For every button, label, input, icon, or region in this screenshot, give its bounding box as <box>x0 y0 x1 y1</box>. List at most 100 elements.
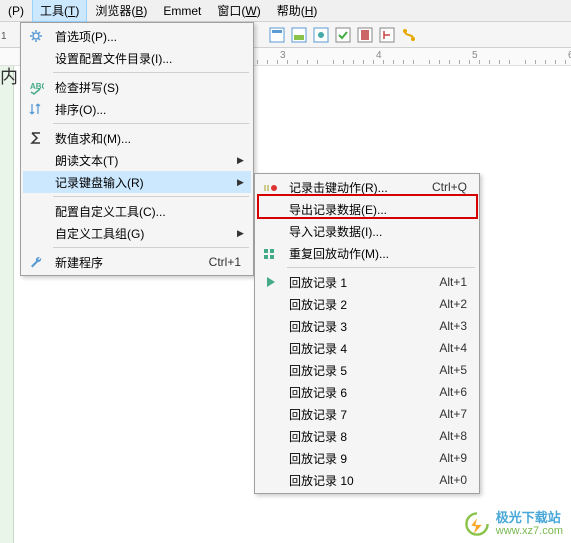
menu-item-shortcut: Ctrl+Q <box>432 180 473 194</box>
gear-icon <box>23 28 49 44</box>
menu-item[interactable]: 导出记录数据(E)... <box>257 198 477 220</box>
menu-item-shortcut: Alt+0 <box>439 473 473 487</box>
menu-item[interactable]: 回放记录 4Alt+4 <box>257 337 477 359</box>
menu-item-label: 记录击键动作(R)... <box>283 179 432 196</box>
menu-item[interactable]: 回放记录 5Alt+5 <box>257 359 477 381</box>
toolbar-btn-3[interactable] <box>311 25 331 45</box>
menu-item-label: 自定义工具组(G) <box>49 225 231 242</box>
menubar-item[interactable]: (P) <box>0 1 32 21</box>
menubar-item[interactable]: 浏览器(B) <box>87 0 155 22</box>
record-icon <box>257 179 283 195</box>
wrench-icon <box>23 254 49 270</box>
menu-item[interactable]: 回放记录 7Alt+7 <box>257 403 477 425</box>
menu-item[interactable]: 回放记录 6Alt+6 <box>257 381 477 403</box>
menu-item-label: 配置自定义工具(C)... <box>49 203 241 220</box>
menubar: (P)工具(T)浏览器(B)Emmet窗口(W)帮助(H) <box>0 0 571 22</box>
ruler-mark: 5 <box>472 50 478 61</box>
menu-item[interactable]: ABC 检查拼写(S) <box>23 76 251 98</box>
menu-item[interactable]: 回放记录 1Alt+1 <box>257 271 477 293</box>
toolbar-btn-2[interactable] <box>289 25 309 45</box>
menu-item-label: 回放记录 3 <box>283 318 439 335</box>
menu-item-label: 回放记录 9 <box>283 450 439 467</box>
menu-item[interactable]: 记录键盘输入(R) ▶ <box>23 171 251 193</box>
menu-item[interactable]: 回放记录 9Alt+9 <box>257 447 477 469</box>
menu-item[interactable]: 排序(O)... <box>23 98 251 120</box>
menu-item-label: 数值求和(M)... <box>49 130 241 147</box>
menu-item-label: 首选项(P)... <box>49 28 241 45</box>
menu-item[interactable]: 导入记录数据(I)... <box>257 220 477 242</box>
menu-item-label: 新建程序 <box>49 254 209 271</box>
menu-item-shortcut: Alt+3 <box>439 319 473 333</box>
menu-item-label: 回放记录 8 <box>283 428 439 445</box>
menu-item-shortcut: Ctrl+1 <box>209 255 247 269</box>
ruler-mark: 3 <box>280 50 286 61</box>
menu-item-label: 导出记录数据(E)... <box>283 201 467 218</box>
menu-item-label: 记录键盘输入(R) <box>49 174 231 191</box>
menu-separator <box>53 247 249 248</box>
menu-item[interactable]: 首选项(P)... <box>23 25 251 47</box>
menu-item-label: 导入记录数据(I)... <box>283 223 467 240</box>
toolbar-btn-1[interactable] <box>267 25 287 45</box>
menu-item-label: 回放记录 10 <box>283 472 439 489</box>
watermark-url: www.xz7.com <box>496 525 563 537</box>
submenu-arrow-icon: ▶ <box>237 155 247 166</box>
menu-item-label: 回放记录 1 <box>283 274 439 291</box>
line-number: 1 <box>1 31 7 42</box>
toolbar-btn-7[interactable] <box>399 25 419 45</box>
menu-item-shortcut: Alt+9 <box>439 451 473 465</box>
svg-text:ABC: ABC <box>30 82 44 91</box>
menu-item[interactable]: 回放记录 3Alt+3 <box>257 315 477 337</box>
menu-item[interactable]: 新建程序Ctrl+1 <box>23 251 251 273</box>
ruler-mark: 4 <box>376 50 382 61</box>
submenu-arrow-icon: ▶ <box>237 228 247 239</box>
menu-item-label: 设置配置文件目录(I)... <box>49 50 241 67</box>
menu-item[interactable]: 数值求和(M)... <box>23 127 251 149</box>
gutter <box>0 66 14 543</box>
menubar-item[interactable]: 帮助(H) <box>269 0 326 22</box>
menu-item-shortcut: Alt+8 <box>439 429 473 443</box>
spellcheck-icon: ABC <box>23 79 49 95</box>
watermark-title: 极光下载站 <box>496 511 563 525</box>
menu-item[interactable]: 配置自定义工具(C)... <box>23 200 251 222</box>
toolbar-btn-4[interactable] <box>333 25 353 45</box>
menu-item[interactable]: 回放记录 2Alt+2 <box>257 293 477 315</box>
play-icon <box>257 274 283 290</box>
sigma-icon <box>23 130 49 146</box>
repeat-icon <box>257 245 283 261</box>
menu-item-label: 检查拼写(S) <box>49 79 241 96</box>
menu-separator <box>287 267 475 268</box>
menubar-item[interactable]: Emmet <box>155 1 209 21</box>
menu-item[interactable]: 回放记录 10Alt+0 <box>257 469 477 491</box>
menu-separator <box>53 123 249 124</box>
menu-item-label: 回放记录 2 <box>283 296 439 313</box>
menu-item[interactable]: 重复回放动作(M)... <box>257 242 477 264</box>
sort-icon <box>23 101 49 117</box>
menu-item-shortcut: Alt+1 <box>439 275 473 289</box>
menu-item-label: 回放记录 5 <box>283 362 439 379</box>
editor-text-fragment: 内 <box>0 63 18 89</box>
menu-item[interactable]: 记录击键动作(R)...Ctrl+Q <box>257 176 477 198</box>
menu-item-shortcut: Alt+2 <box>439 297 473 311</box>
menu-item[interactable]: 设置配置文件目录(I)... <box>23 47 251 69</box>
record-keyboard-submenu: 记录击键动作(R)...Ctrl+Q 导出记录数据(E)... 导入记录数据(I).… <box>254 173 480 494</box>
submenu-arrow-icon: ▶ <box>237 177 247 188</box>
menu-item[interactable]: 朗读文本(T) ▶ <box>23 149 251 171</box>
watermark: 极光下载站 www.xz7.com <box>464 511 563 537</box>
tools-menu: 首选项(P)... 设置配置文件目录(I)... ABC 检查拼写(S) 排序(O)..… <box>20 22 254 276</box>
menu-item[interactable]: 自定义工具组(G) ▶ <box>23 222 251 244</box>
menu-separator <box>53 196 249 197</box>
menu-item-shortcut: Alt+4 <box>439 341 473 355</box>
menu-separator <box>53 72 249 73</box>
menu-item-label: 回放记录 6 <box>283 384 439 401</box>
menu-item-label: 排序(O)... <box>49 101 241 118</box>
menu-item[interactable]: 回放记录 8Alt+8 <box>257 425 477 447</box>
toolbar-btn-5[interactable] <box>355 25 375 45</box>
menu-item-shortcut: Alt+7 <box>439 407 473 421</box>
menubar-item[interactable]: 窗口(W) <box>209 0 268 22</box>
menu-item-label: 重复回放动作(M)... <box>283 245 467 262</box>
menu-item-label: 朗读文本(T) <box>49 152 231 169</box>
toolbar-btn-6[interactable] <box>377 25 397 45</box>
menu-item-shortcut: Alt+5 <box>439 363 473 377</box>
menu-item-label: 回放记录 4 <box>283 340 439 357</box>
menubar-item[interactable]: 工具(T) <box>32 0 87 22</box>
